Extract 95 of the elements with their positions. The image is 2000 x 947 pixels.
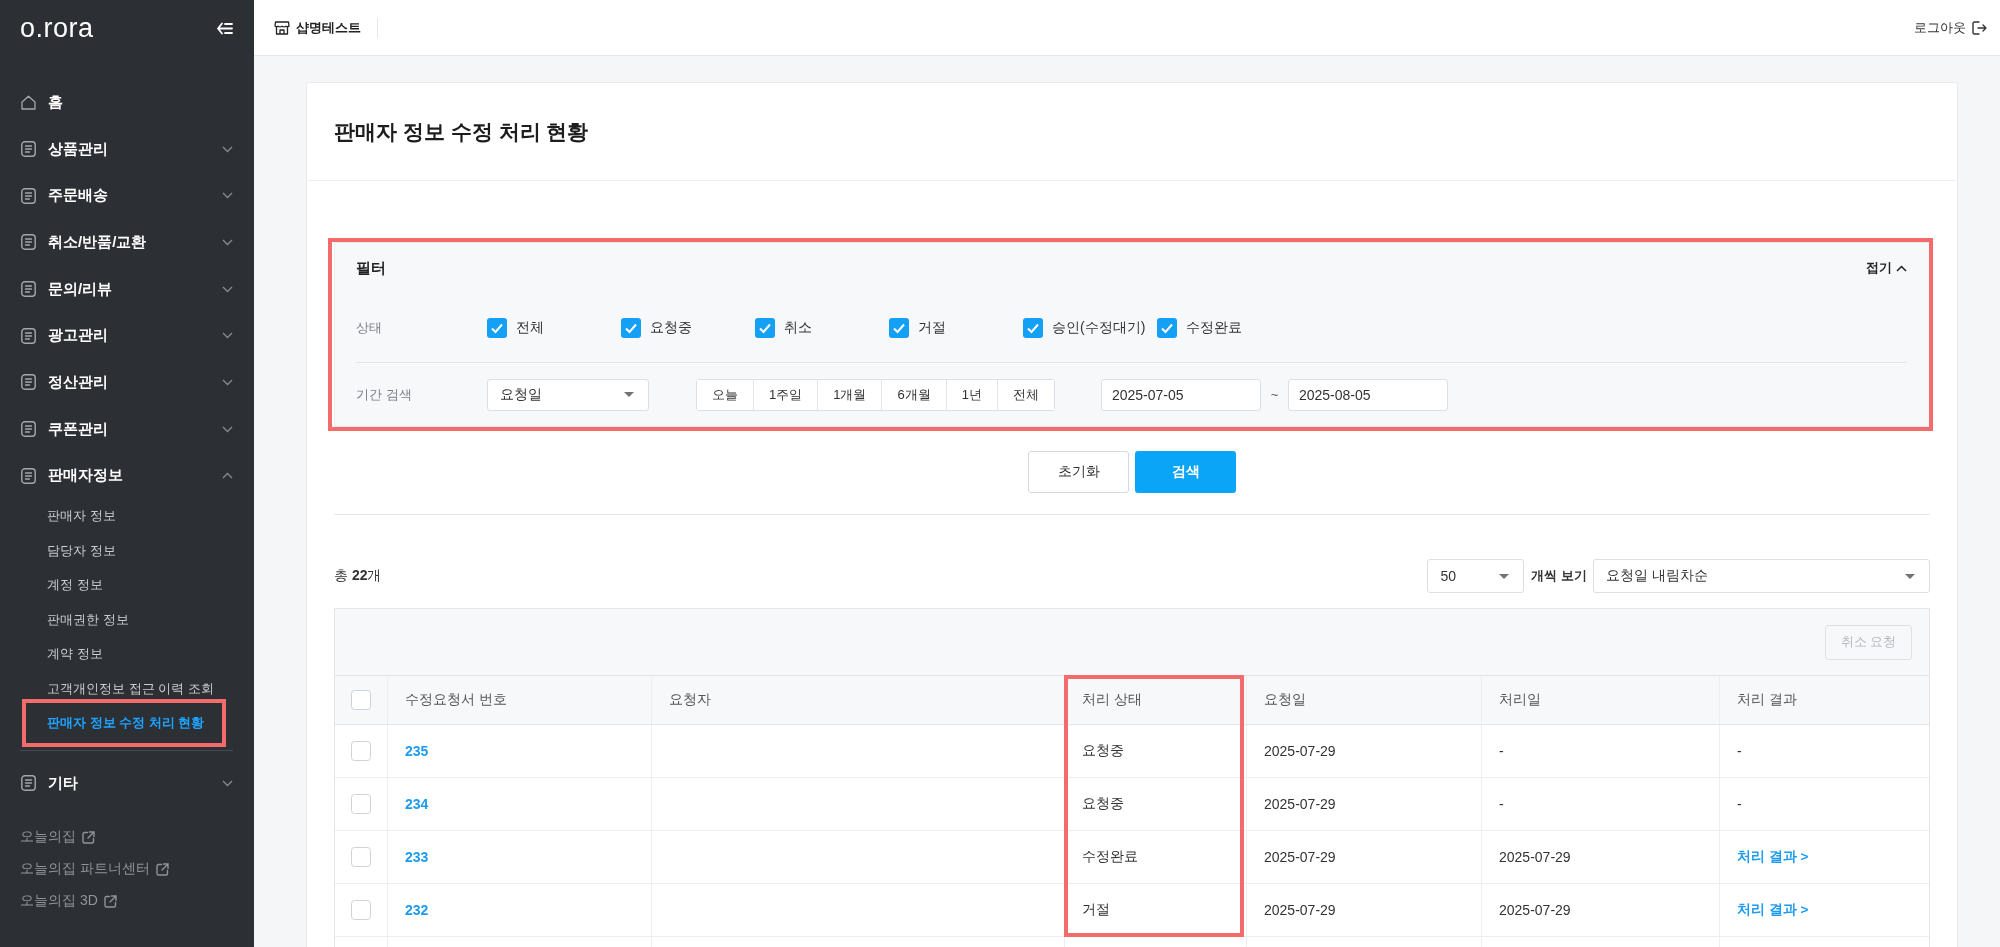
- document-icon: [21, 421, 36, 438]
- external-link[interactable]: 오늘의집 파트너센터: [20, 853, 169, 886]
- page-size-select[interactable]: 50: [1427, 559, 1525, 593]
- shop-name: 샵명테스트: [296, 18, 361, 37]
- home-icon: [21, 94, 36, 110]
- column-header: 처리 결과: [1719, 676, 1929, 724]
- checkbox[interactable]: [487, 317, 507, 338]
- table-cell: 거절: [1082, 901, 1110, 919]
- sub-nav-item[interactable]: 판매자 정보 수정 처리 현황: [29, 706, 226, 741]
- filter-title: 필터: [356, 258, 386, 278]
- column-header: 요청일: [1246, 676, 1481, 724]
- sub-nav-item[interactable]: 고객개인정보 접근 이력 조회: [29, 671, 226, 707]
- checkbox[interactable]: [1023, 317, 1043, 338]
- nav-item[interactable]: 취소/반품/교환: [0, 219, 254, 266]
- caret-down-icon: [624, 392, 634, 397]
- checkbox[interactable]: [621, 317, 641, 338]
- column-header: 요청자: [651, 676, 1064, 724]
- range-button[interactable]: 전체: [996, 379, 1054, 410]
- column-header: 처리 상태: [1064, 676, 1246, 724]
- nav-item[interactable]: 홈: [0, 79, 254, 126]
- page-title: 판매자 정보 수정 처리 현황: [334, 118, 589, 145]
- date-type-select[interactable]: 요청일: [487, 378, 649, 411]
- checkbox-label: 수정완료: [1186, 318, 1242, 337]
- nav-item[interactable]: 정산관리: [0, 359, 254, 406]
- sub-nav-item[interactable]: 담당자 정보: [29, 533, 226, 569]
- collapse-sidebar-icon[interactable]: [217, 22, 233, 35]
- document-icon: [21, 187, 36, 204]
- table-cell: -: [1737, 743, 1742, 759]
- checkbox-label: 취소: [784, 318, 812, 337]
- date-separator: ~: [1269, 387, 1280, 402]
- field-label: 상태: [356, 318, 383, 337]
- checkbox-label: 승인(수정대기): [1052, 318, 1146, 337]
- external-link-icon: [155, 862, 169, 876]
- external-link[interactable]: 오늘의집 3D: [20, 885, 117, 918]
- document-icon: [21, 374, 36, 391]
- checkbox-label: 거절: [918, 318, 946, 337]
- caret-down-icon: [1905, 573, 1915, 579]
- chevron-up-icon: [1896, 264, 1907, 272]
- table-cell: -: [1737, 796, 1742, 812]
- checkbox[interactable]: [1157, 317, 1177, 338]
- external-link-icon: [82, 830, 95, 844]
- nav-item[interactable]: 문의/리뷰: [0, 265, 254, 313]
- logout-button[interactable]: 로그아웃: [1912, 14, 1989, 41]
- table-cell: 2025-07-29: [1264, 743, 1336, 759]
- column-header: 수정요청서 번호: [387, 676, 651, 724]
- store-icon: [274, 20, 290, 35]
- checkbox[interactable]: [889, 317, 909, 338]
- checkbox-label: 전체: [516, 318, 544, 337]
- checkbox[interactable]: [351, 690, 371, 710]
- sub-nav-item[interactable]: 판매권한 정보: [29, 602, 226, 638]
- sort-select[interactable]: 요청일 내림차순: [1593, 559, 1930, 593]
- document-icon: [21, 467, 36, 484]
- table-cell: -: [1499, 743, 1504, 759]
- sub-nav-item[interactable]: 계정 정보: [29, 568, 226, 603]
- document-icon: [21, 234, 36, 251]
- nav-item[interactable]: 쿠폰관리: [0, 405, 254, 453]
- nav-item[interactable]: 상품관리: [0, 125, 254, 173]
- table-cell: 요청중: [1082, 742, 1124, 760]
- nav-item[interactable]: 판매자정보: [0, 452, 254, 500]
- caret-down-icon: [1499, 573, 1510, 579]
- sub-nav-item[interactable]: 판매자 정보: [29, 499, 226, 534]
- column-header: 처리일: [1481, 676, 1719, 724]
- total-count: 총 22개: [334, 567, 382, 585]
- document-icon: [21, 141, 36, 158]
- collapse-button[interactable]: 접기: [1866, 257, 1907, 279]
- page-size-label: 개씩 보기: [1531, 567, 1587, 585]
- table-cell: 2025-07-29: [1264, 849, 1336, 865]
- date-field[interactable]: 2025-07-05: [1100, 378, 1261, 411]
- document-icon: [21, 327, 36, 344]
- logo-text: o.rora: [20, 12, 94, 44]
- checkbox[interactable]: [351, 794, 371, 814]
- table-cell: 요청중: [1082, 795, 1124, 813]
- external-link-icon: [103, 894, 117, 908]
- external-link[interactable]: 오늘의집: [20, 821, 95, 854]
- table-cell: 2025-07-29: [1264, 796, 1336, 812]
- checkbox[interactable]: [351, 847, 371, 867]
- table-cell: -: [1499, 796, 1504, 812]
- table-cell: 2025-07-29: [1264, 902, 1336, 918]
- checkbox[interactable]: [755, 317, 775, 338]
- nav-item[interactable]: 주문배송: [0, 172, 254, 220]
- nav-item[interactable]: 기타: [0, 759, 254, 807]
- table-cell: 2025-07-29: [1499, 902, 1571, 918]
- table-cell: 2025-07-29: [1499, 849, 1571, 865]
- table-cell: 수정완료: [1082, 848, 1138, 866]
- logout-icon: [1972, 20, 1987, 35]
- checkbox-label: 요청중: [650, 318, 692, 337]
- sub-nav-item[interactable]: 계약 정보: [29, 637, 226, 672]
- date-field[interactable]: 2025-08-05: [1287, 378, 1448, 411]
- checkbox[interactable]: [351, 741, 371, 761]
- checkbox[interactable]: [351, 900, 371, 920]
- nav-item[interactable]: 광고관리: [0, 312, 254, 360]
- document-icon: [21, 775, 36, 792]
- reset-button[interactable]: 초기화: [1028, 451, 1129, 493]
- field-label: 기간 검색: [356, 385, 413, 404]
- document-icon: [21, 281, 36, 298]
